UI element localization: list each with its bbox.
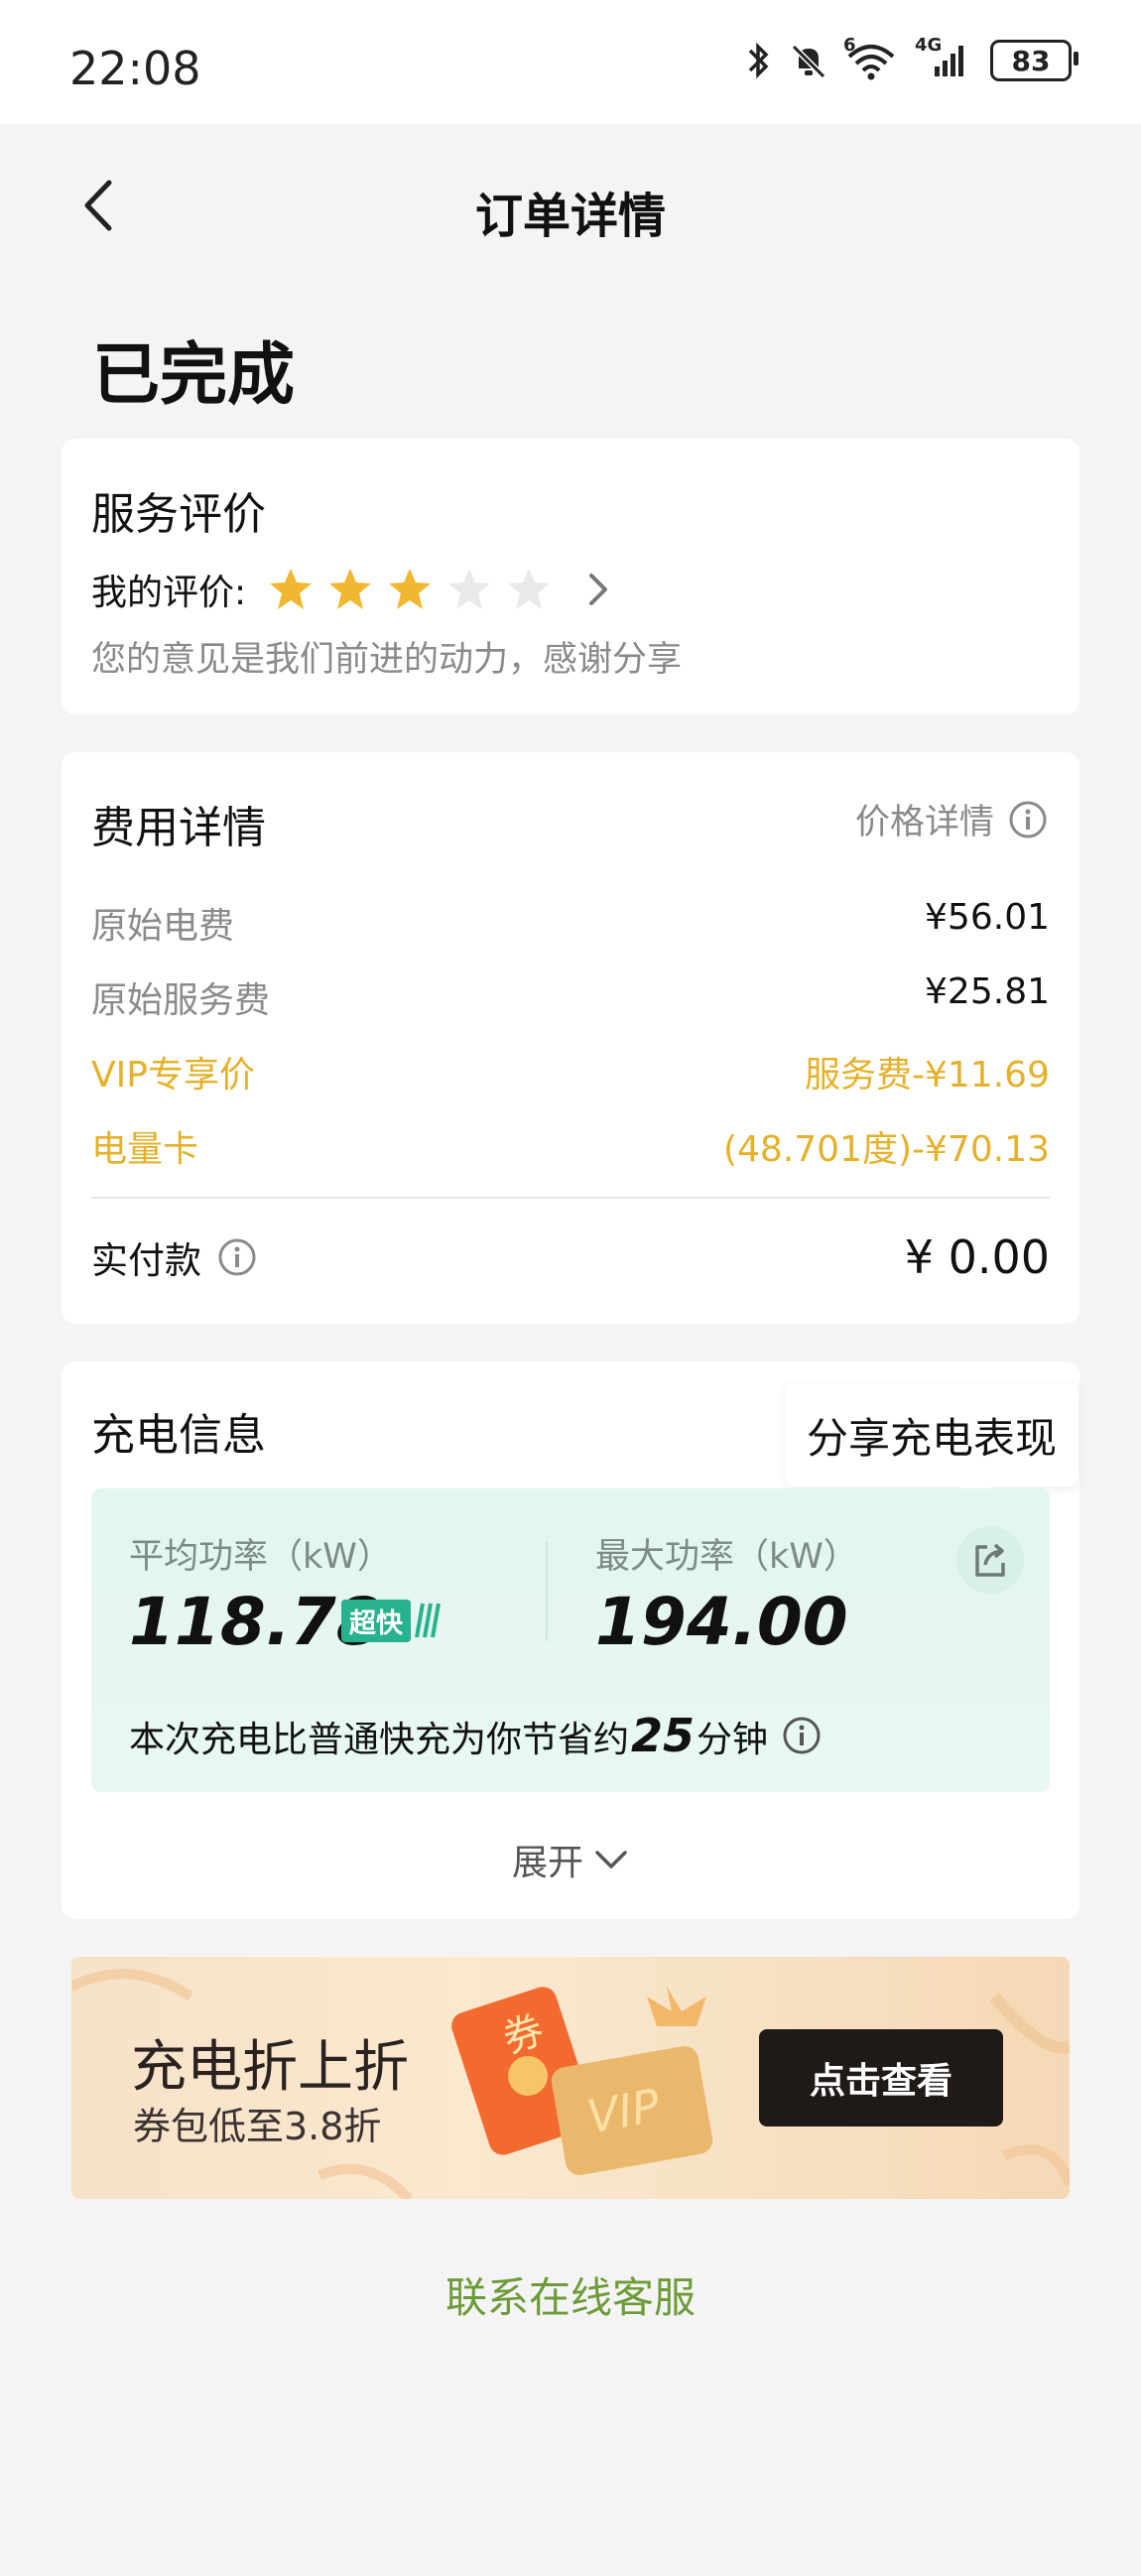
time-saving-suffix: 分钟 <box>697 1720 769 1760</box>
price-detail-link[interactable]: 价格详情 <box>855 794 1048 844</box>
coupon-vip-illustration: 券 VIP <box>451 1987 713 2175</box>
wifi-icon: 6 <box>843 35 897 80</box>
fee-row-vip: VIP专享价 服务费-¥11.69 <box>91 1046 1050 1097</box>
fee-row-energy-card: 电量卡 (48.701度)-¥70.13 <box>91 1120 1050 1172</box>
status-bar: 22:08 6 4G 83 <box>0 0 1141 124</box>
avg-power-label: 平均功率（kW） <box>129 1537 392 1577</box>
price-detail-label: 价格详情 <box>854 803 994 842</box>
speed-stripes-icon <box>415 1603 441 1638</box>
time-saving-text: 本次充电比普通快充为你节省约 25 分钟 <box>129 1709 822 1762</box>
star-filled-icon[interactable] <box>325 565 375 614</box>
star-filled-icon[interactable] <box>385 565 435 614</box>
chevron-down-icon <box>595 1851 627 1868</box>
bell-muted-icon <box>791 44 826 79</box>
info-icon <box>1009 801 1047 837</box>
wifi-badge: 6 <box>843 35 856 56</box>
order-status: 已完成 <box>92 336 296 415</box>
fee-row-value: ¥25.81 <box>925 971 1050 1012</box>
max-power-value: 194.00 <box>595 1584 848 1660</box>
service-review-card: 服务评价 我的评价: 您的意见是我们前进的动力，感谢分享 <box>62 439 1079 714</box>
my-rating-label: 我的评价: <box>91 573 247 613</box>
stats-divider <box>546 1542 548 1641</box>
battery-level: 83 <box>1011 44 1051 77</box>
review-title: 服务评价 <box>91 489 266 540</box>
banner-title: 充电折上折 <box>131 2035 409 2100</box>
view-now-button[interactable]: 点击查看 <box>759 2029 1003 2126</box>
paid-row: 实付款 ¥ 0.00 <box>91 1230 1050 1284</box>
charging-title: 充电信息 <box>91 1410 266 1461</box>
divider <box>91 1197 1050 1199</box>
charging-info-card: 充电信息 分享充电表现 平均功率（kW） 118.78 超快 最大功率（kW） … <box>62 1361 1079 1919</box>
promo-banner[interactable]: 充电折上折 券包低至3.8折 券 VIP 点击查看 <box>71 1957 1070 2199</box>
rating-stars[interactable] <box>266 565 554 614</box>
fee-details-card: 费用详情 价格详情 原始电费 ¥56.01 原始服务费 ¥25.81 VIP专享… <box>62 752 1079 1324</box>
share-icon <box>975 1543 1005 1577</box>
fee-row-label: 电量卡 <box>91 1129 199 1170</box>
info-icon[interactable] <box>782 1716 822 1755</box>
fee-row-value: 服务费-¥11.69 <box>805 1055 1050 1095</box>
expand-label: 展开 <box>511 1843 583 1883</box>
star-filled-icon[interactable] <box>266 565 316 614</box>
fee-row: 原始服务费 ¥25.81 <box>91 971 1050 1023</box>
fee-row-value: (48.701度)-¥70.13 <box>722 1129 1050 1170</box>
contact-support-link[interactable]: 联系在线客服 <box>0 2264 1141 2325</box>
star-empty-icon[interactable] <box>504 565 554 614</box>
status-icons: 6 4G 83 <box>746 35 1078 81</box>
chevron-right-icon[interactable] <box>583 570 613 609</box>
fee-row: 原始电费 ¥56.01 <box>91 897 1050 949</box>
expand-button[interactable]: 展开 <box>62 1834 1079 1885</box>
time-saving-minutes: 25 <box>631 1709 696 1762</box>
max-power-label: 最大功率（kW） <box>595 1537 858 1577</box>
bluetooth-icon <box>748 42 769 79</box>
share-tooltip: 分享充电表现 <box>785 1383 1078 1502</box>
fee-row-label: VIP专享价 <box>91 1055 255 1095</box>
fee-row-value: ¥56.01 <box>925 897 1050 938</box>
review-hint: 您的意见是我们前进的动力，感谢分享 <box>91 640 683 680</box>
status-time: 22:08 <box>69 42 201 95</box>
fee-title: 费用详情 <box>91 803 266 853</box>
fee-row-label: 原始服务费 <box>91 980 271 1021</box>
battery-indicator: 83 <box>990 40 1078 81</box>
paid-label-group[interactable]: 实付款 <box>91 1230 257 1284</box>
super-fast-badge: 超快 <box>341 1599 441 1642</box>
time-saving-prefix: 本次充电比普通快充为你节省约 <box>129 1720 630 1760</box>
share-button[interactable] <box>956 1526 1024 1594</box>
paid-amount: ¥ 0.00 <box>904 1230 1050 1284</box>
banner-subtitle: 券包低至3.8折 <box>133 2105 382 2148</box>
fee-row-label: 原始电费 <box>91 906 235 947</box>
star-empty-icon[interactable] <box>444 565 494 614</box>
charging-stats-panel: 平均功率（kW） 118.78 超快 最大功率（kW） 194.00 本次充电比… <box>91 1488 1050 1792</box>
my-rating-row[interactable]: 我的评价: <box>91 564 613 615</box>
paid-label: 实付款 <box>91 1239 201 1282</box>
page-title: 订单详情 <box>474 189 666 244</box>
info-icon[interactable] <box>217 1237 257 1277</box>
super-fast-badge-text: 超快 <box>341 1599 411 1642</box>
cell-signal-icon: 4G <box>915 35 972 80</box>
